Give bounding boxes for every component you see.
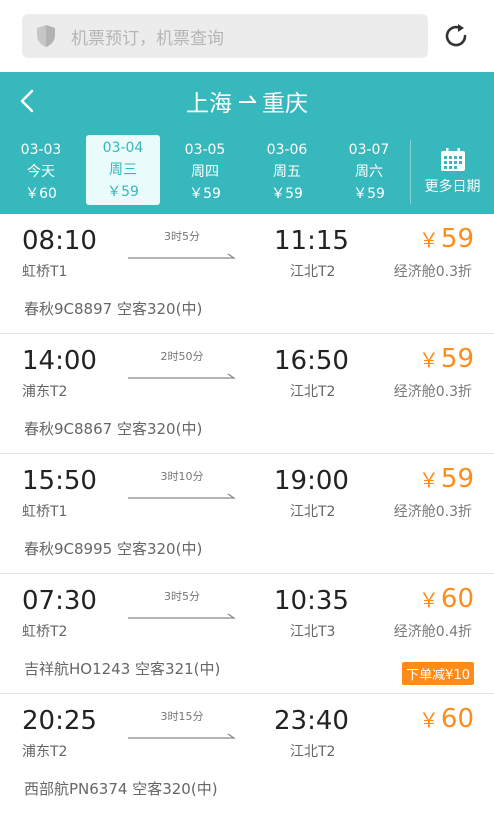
flight-duration: 3时5分 — [164, 230, 200, 243]
date-selector: 03-03 今天 ￥60 03-04 周三 ￥59 03-05 周四 ￥59 0… — [0, 130, 494, 214]
route-arrow-icon — [238, 92, 258, 111]
date-label: 03-03 — [20, 142, 62, 158]
departure-airport: 虹桥T1 — [22, 504, 68, 520]
nav-bar: 上海 重庆 — [0, 72, 494, 130]
price-value: 59 — [440, 344, 474, 374]
flight-item[interactable]: 15:50 虹桥T1 3时10分 19:00 江北T2 ￥59 经济舱0.3折 … — [0, 454, 494, 574]
flight-item[interactable]: 14:00 浦东T2 2时50分 16:50 江北T2 ￥59 经济舱0.3折 … — [0, 334, 494, 454]
flight-list: 08:10 虹桥T1 3时5分 11:15 江北T2 ￥59 经济舱0.3折 春… — [0, 214, 494, 814]
flight-price: ￥60 — [419, 584, 474, 614]
origin-city: 上海 — [186, 91, 232, 117]
duration-arrow-icon — [128, 613, 236, 619]
search-placeholder: 机票预订，机票查询 — [71, 28, 224, 49]
refresh-icon[interactable] — [442, 22, 470, 50]
arrival-time: 19:00 — [274, 466, 349, 496]
calendar-icon — [440, 148, 466, 172]
discount-badge: 下单减¥10 — [402, 662, 474, 685]
currency-symbol: ￥ — [418, 588, 439, 612]
date-tab-selected[interactable]: 03-04 周三 ￥59 — [86, 135, 160, 205]
arrival-time: 10:35 — [274, 586, 349, 616]
departure-airport: 浦东T2 — [22, 744, 68, 760]
shield-icon — [35, 24, 57, 48]
flight-duration: 3时15分 — [160, 710, 204, 723]
search-input[interactable]: 机票预订，机票查询 — [22, 14, 428, 58]
weekday-label: 周六 — [355, 164, 383, 180]
currency-symbol: ￥ — [418, 468, 439, 492]
departure-airport: 虹桥T1 — [22, 264, 68, 280]
weekday-label: 周四 — [191, 164, 219, 180]
airline-info: 春秋9C8867 空客320(中) — [24, 420, 203, 438]
arrival-airport: 江北T2 — [290, 264, 336, 280]
flight-price: ￥59 — [419, 464, 474, 494]
currency-symbol: ￥ — [418, 348, 439, 372]
date-label: 03-04 — [102, 140, 144, 156]
cabin-discount: 经济舱0.3折 — [393, 504, 472, 520]
arrival-time: 11:15 — [274, 226, 349, 256]
price-value: 60 — [440, 584, 474, 614]
flight-duration: 3时5分 — [164, 590, 200, 603]
date-price: ￥60 — [25, 186, 57, 202]
date-tab[interactable]: 03-07 周六 ￥59 — [328, 130, 410, 214]
date-tab[interactable]: 03-03 今天 ￥60 — [0, 130, 82, 214]
date-price: ￥59 — [189, 186, 221, 202]
date-label: 03-05 — [184, 142, 226, 158]
duration-arrow-icon — [128, 253, 236, 259]
more-dates-label: 更多日期 — [424, 179, 481, 195]
flight-duration: 2时50分 — [160, 350, 204, 363]
date-tab[interactable]: 03-05 周四 ￥59 — [164, 130, 246, 214]
departure-time: 20:25 — [22, 706, 97, 736]
date-price: ￥59 — [271, 186, 303, 202]
arrival-airport: 江北T2 — [290, 504, 336, 520]
departure-time: 14:00 — [22, 346, 97, 376]
flight-item[interactable]: 20:25 浦东T2 3时15分 23:40 江北T2 ￥60 西部航PN637… — [0, 694, 494, 814]
arrival-airport: 江北T3 — [290, 624, 336, 640]
cabin-discount: 经济舱0.3折 — [393, 384, 472, 400]
flight-item[interactable]: 07:30 虹桥T2 3时5分 10:35 江北T3 ￥60 经济舱0.4折 吉… — [0, 574, 494, 694]
more-dates-button[interactable]: 更多日期 — [410, 140, 494, 204]
flight-price: ￥59 — [419, 344, 474, 374]
currency-symbol: ￥ — [418, 228, 439, 252]
departure-time: 15:50 — [22, 466, 97, 496]
weekday-label: 今天 — [27, 164, 55, 180]
airline-info: 春秋9C8897 空客320(中) — [24, 300, 203, 318]
departure-time: 08:10 — [22, 226, 97, 256]
flight-item[interactable]: 08:10 虹桥T1 3时5分 11:15 江北T2 ￥59 经济舱0.3折 春… — [0, 214, 494, 334]
weekday-label: 周三 — [109, 162, 137, 178]
top-bar: 机票预订，机票查询 — [0, 0, 494, 72]
arrival-time: 16:50 — [274, 346, 349, 376]
airline-info: 吉祥航HO1243 空客321(中) — [24, 660, 221, 678]
price-value: 60 — [440, 704, 474, 734]
flight-price: ￥59 — [419, 224, 474, 254]
departure-airport: 浦东T2 — [22, 384, 68, 400]
duration-arrow-icon — [128, 373, 236, 379]
back-arrow-icon[interactable] — [14, 85, 42, 117]
page-title: 上海 重庆 — [186, 84, 308, 118]
cabin-discount: 经济舱0.3折 — [393, 264, 472, 280]
price-value: 59 — [440, 224, 474, 254]
arrival-airport: 江北T2 — [290, 384, 336, 400]
date-label: 03-06 — [266, 142, 308, 158]
date-tab[interactable]: 03-06 周五 ￥59 — [246, 130, 328, 214]
arrival-time: 23:40 — [274, 706, 349, 736]
date-label: 03-07 — [348, 142, 390, 158]
airline-info: 西部航PN6374 空客320(中) — [24, 780, 218, 798]
date-price: ￥59 — [107, 184, 139, 200]
flight-duration: 3时10分 — [160, 470, 204, 483]
duration-arrow-icon — [128, 733, 236, 739]
flight-price: ￥60 — [419, 704, 474, 734]
airline-info: 春秋9C8995 空客320(中) — [24, 540, 203, 558]
currency-symbol: ￥ — [418, 708, 439, 732]
arrival-airport: 江北T2 — [290, 744, 336, 760]
departure-time: 07:30 — [22, 586, 97, 616]
cabin-discount: 经济舱0.4折 — [393, 624, 472, 640]
destination-city: 重庆 — [262, 91, 308, 117]
price-value: 59 — [440, 464, 474, 494]
date-price: ￥59 — [353, 186, 385, 202]
weekday-label: 周五 — [273, 164, 301, 180]
duration-arrow-icon — [128, 493, 236, 499]
departure-airport: 虹桥T2 — [22, 624, 68, 640]
